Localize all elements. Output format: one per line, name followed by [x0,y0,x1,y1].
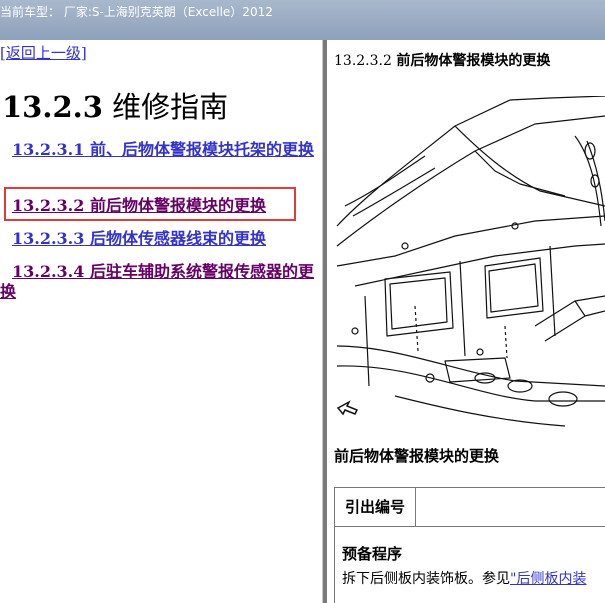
prep-reference-link[interactable]: "后侧板内装 [510,571,586,587]
page-title-number: 13.2.3 [2,90,103,124]
toc-item-13-2-3-4[interactable]: 13.2.3.4 后驻车辅助系统警报传感器的更换 [0,262,318,302]
procedure-table: 引出编号 预备程序 拆下后侧板内装饰板。参见"后侧板内装 [334,487,605,603]
toc-item-number: 13.2.3.3 [12,229,85,248]
right-pane: 13.2.3.2 前后物体警报模块的更换 前后物体警报模块的更换 引出编号 预备… [327,40,605,603]
toc-item-title: 前、后物体警报模块托架的更换 [89,140,314,159]
table-row: 引出编号 [335,488,605,527]
page-title-text: 维修指南 [112,90,229,124]
toc-item-number: 13.2.3.4 [12,262,85,281]
doc-title: 13.2.3.2 前后物体警报模块的更换 [334,50,550,70]
section-heading: 前后物体警报模块的更换 [334,447,500,465]
back-link[interactable]: [返回上一级] [0,42,87,63]
selected-item-highlight [4,187,296,221]
vehicle-model-label: 当前车型： 厂家:S-上海别克英朗（Excelle）2012 [0,5,273,19]
left-pane: [返回上一级] 13.2.3 维修指南 13.2.3.1 前、后物体警报模块托架… [0,40,320,603]
module-location-illustration [336,96,605,427]
toc-item-number: 13.2.3.1 [12,140,85,159]
prep-procedure-text: 拆下后侧板内装饰板。参见"后侧板内装 [342,568,586,588]
doc-title-text: 前后物体警报模块的更换 [396,53,551,69]
toc-item-13-2-3-3[interactable]: 13.2.3.3 后物体传感器线束的更换 [0,229,318,249]
toc-item-13-2-3-1[interactable]: 13.2.3.1 前、后物体警报模块托架的更换 [0,140,318,160]
doc-title-number: 13.2.3.2 [334,53,392,69]
prep-procedure-heading: 预备程序 [342,545,403,563]
toc-item-title: 后物体传感器线束的更换 [89,229,266,248]
top-bar: 当前车型： 厂家:S-上海别克英朗（Excelle）2012 [0,0,605,40]
callout-number-header: 引出编号 [335,488,416,526]
prep-text: 拆下后侧板内装饰板。参见 [342,571,510,587]
page-title: 13.2.3 维修指南 [2,84,228,126]
